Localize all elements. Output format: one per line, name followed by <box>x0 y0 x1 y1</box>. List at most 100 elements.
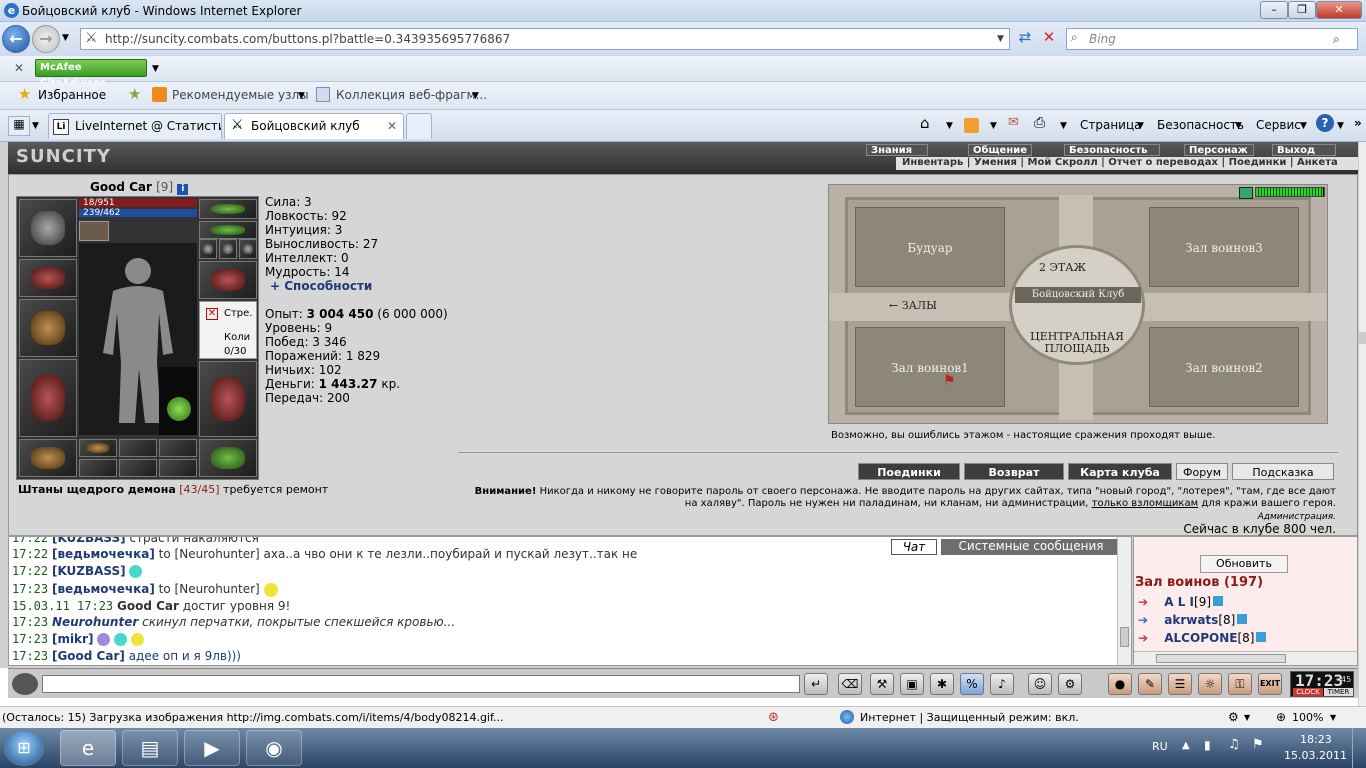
belt-slot[interactable] <box>19 439 77 477</box>
player-entry[interactable]: ➔ akrwats[8] <box>1138 613 1248 627</box>
chat-panel[interactable]: Чат Системные сообщения 17:22 [KUZBASS] … <box>8 536 1132 666</box>
page-menu-dropdown-icon[interactable]: ▼ <box>1137 121 1144 131</box>
smiles-icon[interactable]: ☺ <box>1028 673 1052 695</box>
favorites-button[interactable]: Избранное <box>38 88 106 102</box>
feeds-dropdown-icon[interactable]: ▼ <box>990 121 997 131</box>
stop-icon[interactable]: ✕ <box>1038 28 1060 50</box>
recommended-sites-link[interactable]: Рекомендуемые узлы <box>172 88 309 102</box>
menu-character[interactable]: Персонаж <box>1184 144 1254 156</box>
armor-slot[interactable] <box>19 359 77 437</box>
quick-tabs-icon[interactable]: ▦ <box>8 116 30 136</box>
ring-slot[interactable] <box>199 221 257 239</box>
action-icon-4[interactable]: ☼ <box>1198 673 1222 695</box>
ring1-slot[interactable] <box>199 239 217 259</box>
walk-icon[interactable]: ✱ <box>930 673 954 695</box>
map-refresh-icon[interactable] <box>1239 187 1253 199</box>
send-icon[interactable]: ↵ <box>804 673 828 695</box>
online-hscroll-thumb[interactable] <box>1156 654 1286 663</box>
central-plaza-label[interactable]: ЦЕНТРАЛЬНАЯ ПЛОЩАДЬ <box>1025 331 1129 355</box>
tab-liveinternet[interactable]: Li LiveInternet @ Статистика... <box>48 113 222 139</box>
mcafee-siteadvisor-button[interactable]: McAfee SiteAdvisor <box>35 59 147 89</box>
timer-tab[interactable]: TIMER <box>1324 688 1353 696</box>
feeds-icon[interactable] <box>964 118 979 133</box>
home-dropdown-icon[interactable]: ▼ <box>946 121 953 131</box>
bracer-slot[interactable] <box>199 199 257 219</box>
boots-slot[interactable] <box>199 439 257 477</box>
clock-tab[interactable]: CLOCK <box>1293 688 1323 696</box>
translit-icon[interactable]: % <box>960 673 984 695</box>
warning-link[interactable]: только взломщикам <box>1092 498 1198 509</box>
search-box[interactable]: ⌕ Bing ⌕ <box>1066 28 1358 50</box>
abilities-link[interactable]: + Способности <box>270 279 372 293</box>
show-desktop-button[interactable] <box>1352 728 1366 768</box>
gloves-slot[interactable] <box>199 261 257 299</box>
service-menu[interactable]: Сервис <box>1256 118 1301 132</box>
menu-communication[interactable]: Общение <box>968 144 1032 156</box>
chat-avatar-icon[interactable] <box>12 673 38 695</box>
language-indicator[interactable]: RU <box>1152 740 1168 753</box>
page-scrollbar[interactable] <box>1358 142 1366 706</box>
protected-dropdown-icon[interactable]: ▼ <box>1244 713 1250 722</box>
tab-fight-club[interactable]: ⚔ Бойцовский клуб ✕ <box>224 113 404 139</box>
scroll-slot-3[interactable] <box>159 439 197 457</box>
hint-button[interactable]: Подсказка <box>1232 463 1334 480</box>
protected-mode-icon[interactable]: ⚙ <box>1228 710 1239 724</box>
filter-icon[interactable]: ⚒ <box>870 673 894 695</box>
taskbar-explorer-icon[interactable]: ▤ <box>122 730 178 766</box>
refresh-icon[interactable]: ⇄ <box>1014 28 1036 50</box>
minimize-button[interactable]: – <box>1260 1 1288 19</box>
club-map-button[interactable]: Карта клуба <box>1068 463 1172 480</box>
toolbar-close-icon[interactable]: ✕ <box>14 61 24 75</box>
scroll-slot-2[interactable] <box>119 439 157 457</box>
close-button[interactable]: ✕ <box>1316 1 1362 19</box>
clear-icon[interactable]: ⌫ <box>838 673 862 695</box>
helmet-slot[interactable] <box>19 199 77 257</box>
ring2-slot[interactable] <box>219 239 237 259</box>
scroll-slot-6[interactable] <box>159 459 197 477</box>
clock-date[interactable]: 15.03.2011 <box>1284 749 1347 762</box>
tab-close-icon[interactable]: ✕ <box>387 119 397 133</box>
attack-icon[interactable]: ➔ <box>1138 613 1148 627</box>
close-icon[interactable]: ✕ <box>206 308 218 320</box>
start-button[interactable]: ⊞ <box>4 730 44 766</box>
help-icon[interactable]: ? <box>1316 114 1334 132</box>
menu-knowledge[interactable]: Знания <box>866 144 928 156</box>
sound-icon[interactable]: ♪ <box>990 673 1014 695</box>
online-hscrollbar[interactable] <box>1134 651 1357 665</box>
action-center-icon[interactable]: ⚑ <box>1252 737 1264 752</box>
player-info-icon[interactable] <box>1213 596 1224 606</box>
character-info-icon[interactable]: i <box>177 184 189 195</box>
print-dropdown-icon[interactable]: ▼ <box>1060 121 1067 131</box>
player-entry[interactable]: ➔ A L I[9] <box>1138 595 1224 609</box>
safety-menu-dropdown-icon[interactable]: ▼ <box>1235 121 1242 131</box>
exit-button[interactable]: EXIT <box>1258 673 1282 695</box>
clock-time[interactable]: 18:23 <box>1300 733 1332 746</box>
action-icon-1[interactable]: ● <box>1108 673 1132 695</box>
scroll-slot-4[interactable] <box>79 459 117 477</box>
pet-slot[interactable] <box>159 367 197 435</box>
return-button[interactable]: Возврат <box>964 463 1064 480</box>
action-icon-3[interactable]: ☰ <box>1168 673 1192 695</box>
help-dropdown-icon[interactable]: ▼ <box>1337 121 1344 131</box>
popup-blocker-icon[interactable]: ⊛ <box>768 710 779 725</box>
taskbar-media-player-icon[interactable]: ▶ <box>184 730 240 766</box>
weapon-slot[interactable] <box>19 299 77 357</box>
show-hidden-icons-icon[interactable]: ▲ <box>1182 740 1190 751</box>
webslice-dropdown-icon[interactable]: ▼ <box>472 91 479 101</box>
safety-menu[interactable]: Безопасность <box>1157 118 1244 132</box>
buff-icon[interactable] <box>79 221 109 241</box>
chat-settings-icon[interactable]: ⚙ <box>1058 673 1082 695</box>
mcafee-dropdown-icon[interactable]: ▼ <box>152 64 159 74</box>
room-warriors-3[interactable]: Зал воинов3 <box>1149 207 1299 287</box>
scroll-slot-5[interactable] <box>119 459 157 477</box>
network-icon[interactable]: ▮ <box>1204 738 1211 752</box>
home-icon[interactable]: ⌂ <box>920 114 930 132</box>
attack-icon[interactable]: ➔ <box>1138 595 1148 609</box>
scroll-slot-1[interactable] <box>79 439 117 457</box>
pants-slot[interactable] <box>199 361 257 437</box>
search-go-icon[interactable]: ⌕ <box>1333 32 1340 47</box>
attack-icon[interactable]: ➔ <box>1138 631 1148 645</box>
zoom-level[interactable]: 100% <box>1292 711 1323 724</box>
character-name[interactable]: Good Car <box>90 180 152 194</box>
menu-exit[interactable]: Выход <box>1272 144 1336 156</box>
